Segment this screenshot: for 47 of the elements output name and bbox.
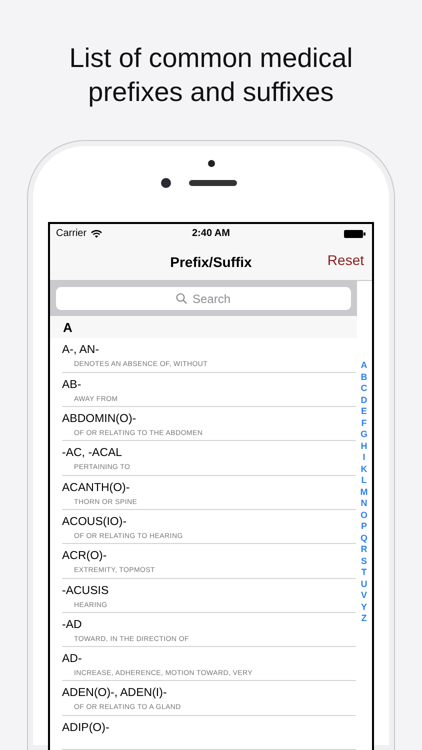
index-letter[interactable]: R: [360, 544, 368, 556]
index-letter[interactable]: E: [360, 406, 367, 418]
entry-term[interactable]: -AC, -ACAL: [62, 441, 122, 460]
index-letter[interactable]: G: [360, 429, 368, 441]
entry-term[interactable]: -ACUSIS: [62, 578, 109, 598]
index-letter[interactable]: S: [360, 556, 367, 568]
reset-button[interactable]: Reset: [327, 252, 364, 268]
headline: List of common medical prefixes and suffixes: [68, 42, 354, 109]
entry-term[interactable]: AB-: [62, 372, 82, 392]
index-letter[interactable]: T: [361, 567, 367, 579]
camera-icon: [161, 178, 171, 188]
index-letter[interactable]: Q: [360, 532, 368, 544]
index-letter[interactable]: N: [360, 498, 368, 510]
index-letter[interactable]: Y: [360, 602, 367, 614]
index-letter[interactable]: P: [360, 521, 367, 533]
entry-term[interactable]: A-, AN-: [62, 338, 100, 358]
entry-term[interactable]: ACR(O)-: [62, 544, 107, 564]
section-letter: A: [63, 320, 72, 335]
search-field[interactable]: Search: [56, 287, 351, 310]
entry-term[interactable]: ABDOMIN(O)-: [62, 407, 136, 426]
entry-term[interactable]: ACANTH(O)-: [62, 476, 130, 495]
index-letter[interactable]: M: [360, 486, 368, 498]
entry-term[interactable]: -AD: [62, 612, 82, 632]
carrier-label: Carrier: [56, 228, 87, 240]
entry-term[interactable]: AD-: [62, 647, 82, 666]
index-letter[interactable]: B: [360, 372, 368, 384]
index-letter[interactable]: F: [361, 418, 367, 430]
index-letter[interactable]: O: [360, 510, 368, 522]
index-letter[interactable]: H: [360, 440, 368, 452]
index-letter[interactable]: A: [360, 360, 368, 372]
wifi-icon: [90, 230, 102, 238]
index-letter[interactable]: Z: [361, 613, 367, 625]
search-icon: [176, 293, 186, 304]
status-time: 2:40 AM: [191, 228, 231, 240]
nav-title: Prefix/Suffix: [170, 254, 252, 270]
index-letter[interactable]: V: [360, 590, 367, 602]
index-letter[interactable]: D: [360, 394, 368, 406]
index-letter[interactable]: I: [362, 452, 366, 464]
index-letter[interactable]: K: [360, 464, 368, 476]
index-letter[interactable]: C: [360, 383, 368, 395]
battery-icon: [344, 230, 366, 238]
speaker-icon: [189, 180, 237, 186]
index-letter[interactable]: U: [360, 578, 368, 590]
entry-term[interactable]: ACOUS(IO)-: [62, 510, 127, 529]
entry-term[interactable]: ADIP(O)-: [62, 716, 110, 735]
entry-term[interactable]: ADEN(O)-, ADEN(I)-: [62, 681, 167, 700]
index-letter[interactable]: L: [361, 475, 367, 487]
